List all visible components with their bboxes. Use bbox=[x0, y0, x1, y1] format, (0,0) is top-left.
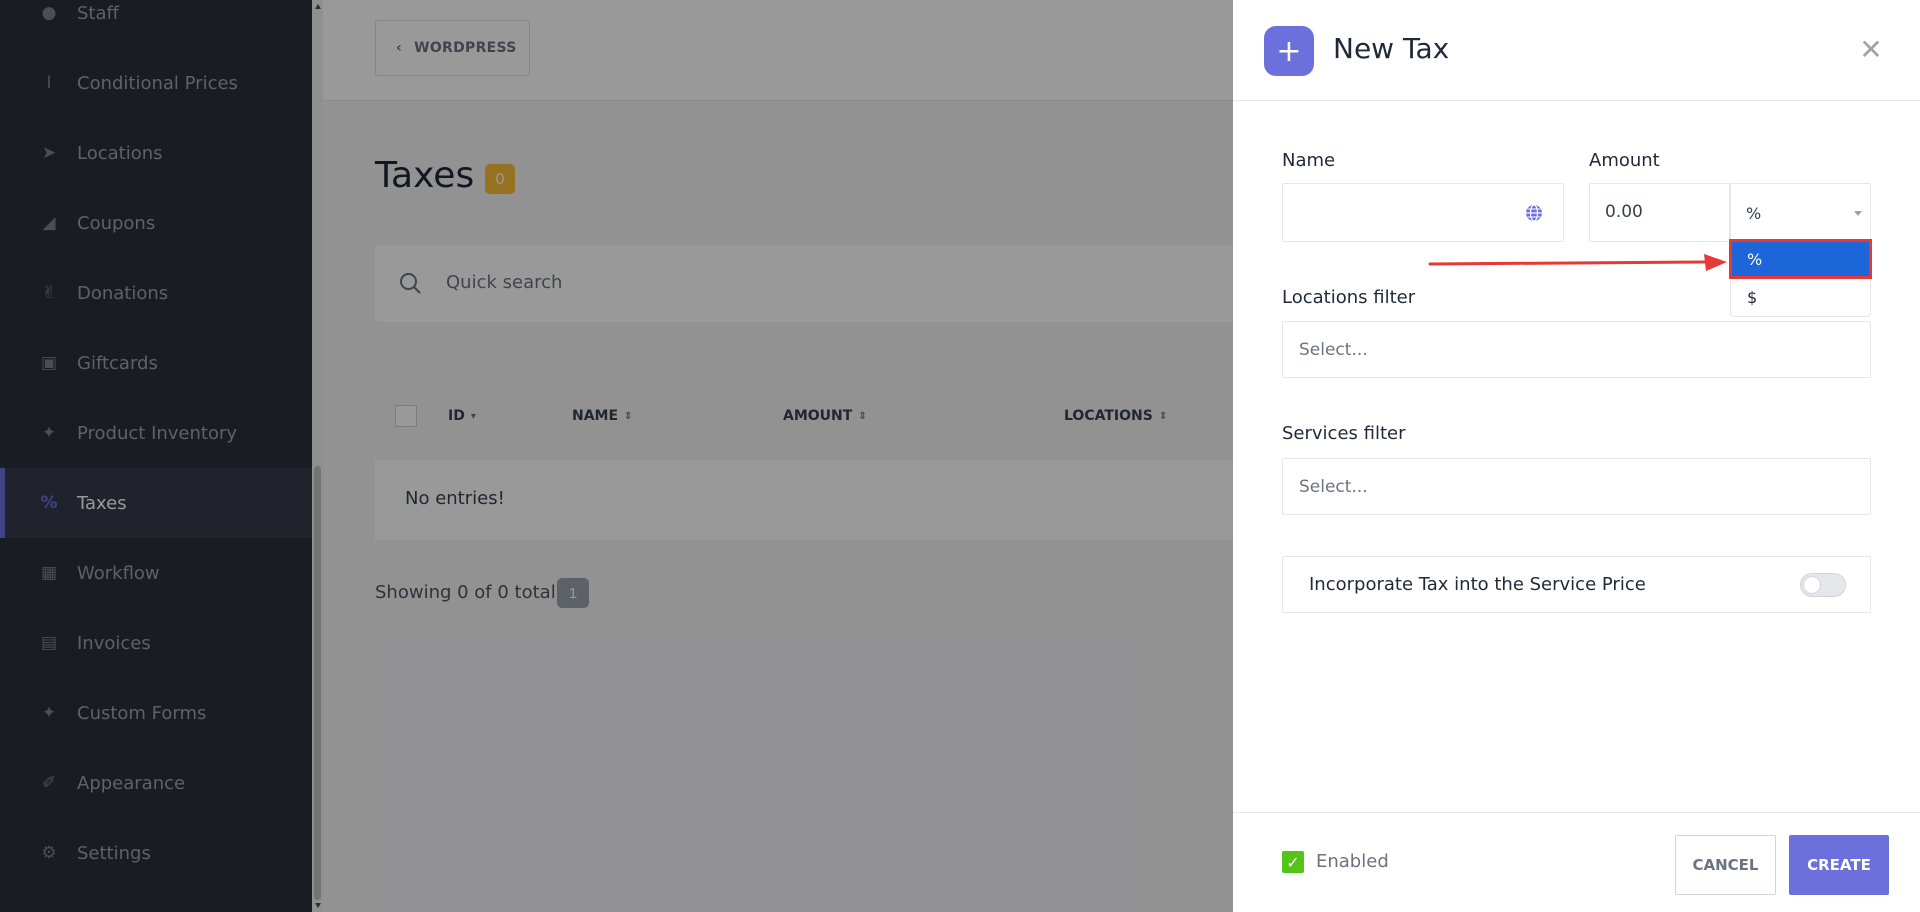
locations-filter-label: Locations filter bbox=[1282, 287, 1416, 308]
name-label: Name bbox=[1282, 150, 1336, 171]
modal-backdrop[interactable] bbox=[0, 0, 1233, 912]
drawer-title: New Tax bbox=[1333, 32, 1450, 65]
amount-unit-select[interactable]: % bbox=[1730, 183, 1871, 242]
incorporate-tax-label: Incorporate Tax into the Service Price bbox=[1309, 574, 1646, 595]
incorporate-tax-row: Incorporate Tax into the Service Price bbox=[1282, 556, 1871, 613]
drawer-header: + New Tax ✕ bbox=[1233, 0, 1920, 101]
chevron-down-icon bbox=[1854, 211, 1862, 216]
close-icon[interactable]: ✕ bbox=[1856, 33, 1886, 66]
create-button[interactable]: CREATE bbox=[1789, 835, 1889, 895]
unit-option-percent[interactable]: % bbox=[1729, 239, 1872, 279]
amount-field[interactable]: 0.00 bbox=[1589, 183, 1730, 242]
enabled-label: Enabled bbox=[1316, 851, 1389, 872]
toggle-knob bbox=[1803, 576, 1821, 594]
unit-dropdown-list: % $ bbox=[1729, 239, 1872, 317]
incorporate-tax-toggle[interactable] bbox=[1800, 573, 1846, 597]
unit-option-dollar[interactable]: $ bbox=[1731, 279, 1870, 315]
amount-label: Amount bbox=[1589, 150, 1660, 171]
globe-icon[interactable] bbox=[1525, 204, 1543, 222]
new-tax-drawer: + New Tax ✕ Name Amount 0.00 % % $ Locat… bbox=[1233, 0, 1920, 912]
enabled-checkbox[interactable]: ✓ bbox=[1282, 851, 1304, 873]
services-filter-select[interactable]: Select... bbox=[1282, 458, 1871, 515]
unit-selected-value: % bbox=[1746, 204, 1762, 223]
name-field[interactable] bbox=[1282, 183, 1564, 242]
cancel-button[interactable]: CANCEL bbox=[1675, 835, 1776, 895]
locations-filter-select[interactable]: Select... bbox=[1282, 321, 1871, 378]
locations-placeholder: Select... bbox=[1299, 340, 1368, 360]
annotation-arrow bbox=[1428, 254, 1727, 271]
drawer-footer: ✓ Enabled CANCEL CREATE bbox=[1233, 812, 1920, 912]
plus-icon: + bbox=[1264, 26, 1314, 76]
services-filter-label: Services filter bbox=[1282, 423, 1406, 444]
amount-value: 0.00 bbox=[1605, 202, 1643, 222]
services-placeholder: Select... bbox=[1299, 477, 1368, 497]
